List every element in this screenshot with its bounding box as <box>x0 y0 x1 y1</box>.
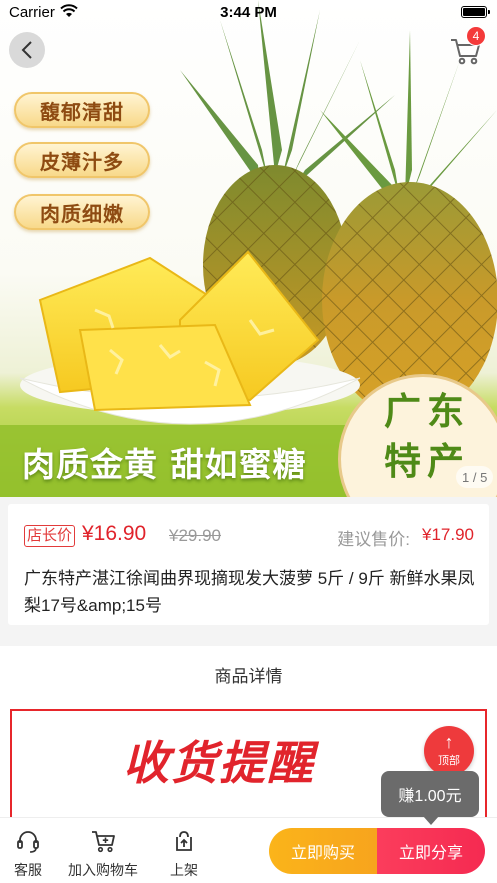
suggested-price: ¥17.90 <box>422 525 474 544</box>
list-on-shelf-button[interactable]: 上架 <box>170 828 198 880</box>
owner-price-tag: 店长价 <box>24 525 76 547</box>
customer-service-label: 客服 <box>14 862 42 878</box>
customer-service-button[interactable]: 客服 <box>14 828 42 880</box>
back-button[interactable] <box>9 32 45 68</box>
share-now-button[interactable]: 立即分享 <box>377 828 485 874</box>
details-heading: 商品详情 <box>214 667 283 686</box>
price-row: 店长价 ¥16.90 ¥29.90 建议售价: ¥17.90 <box>24 522 474 549</box>
product-image-carousel[interactable]: 4 馥郁清甜 皮薄汁多 肉质细嫩 广东特产 肉质金黄 甜如蜜糖 1 / 5 <box>0 0 497 497</box>
original-price: ¥29.90 <box>169 526 221 545</box>
arrow-up-icon: ↑ <box>444 732 454 752</box>
bottom-action-bar: 客服 加入购物车 上架 立即购买 立即分享 <box>0 817 497 883</box>
add-to-cart-button[interactable]: 加入购物车 <box>68 828 138 880</box>
price-card: 店长价 ¥16.90 ¥29.90 建议售价: ¥17.90 广东特产湛江徐闻曲… <box>8 504 489 625</box>
product-detail-screen: 4 馥郁清甜 皮薄汁多 肉质细嫩 广东特产 肉质金黄 甜如蜜糖 1 / 5 Ca… <box>0 0 497 883</box>
feature-tag: 皮薄汁多 <box>14 142 150 178</box>
cart-count-badge: 4 <box>466 26 486 46</box>
current-price: ¥16.90 <box>82 522 147 545</box>
hero-slogan: 肉质金黄 甜如蜜糖 <box>22 445 307 484</box>
feature-tag: 肉质细嫩 <box>14 194 150 230</box>
buy-now-button[interactable]: 立即购买 <box>269 828 377 874</box>
suggested-price-label: 建议售价: <box>337 530 410 549</box>
status-bar: Carrier 3:44 PM <box>0 0 497 28</box>
details-image-title: 收货提醒 <box>123 736 315 790</box>
add-cart-icon <box>92 831 115 853</box>
chevron-left-icon <box>21 41 32 59</box>
list-on-shelf-label: 上架 <box>170 862 198 878</box>
scroll-top-label: 顶部 <box>438 755 460 767</box>
carousel-page-indicator: 1 / 5 <box>456 466 494 488</box>
product-title: 广东特产湛江徐闻曲界现摘现发大菠萝 5斤 / 9斤 新鲜水果凤梨17号&amp;… <box>24 569 475 615</box>
add-to-cart-label: 加入购物车 <box>68 862 138 878</box>
scroll-top-button[interactable]: ↑ 顶部 <box>424 726 474 776</box>
feature-tag: 馥郁清甜 <box>14 92 150 128</box>
headset-icon <box>17 831 39 853</box>
status-time: 3:44 PM <box>220 4 277 21</box>
earn-tooltip: 赚1.00元 <box>381 771 479 825</box>
upload-shelf-icon <box>176 831 192 851</box>
battery-icon <box>461 6 490 18</box>
